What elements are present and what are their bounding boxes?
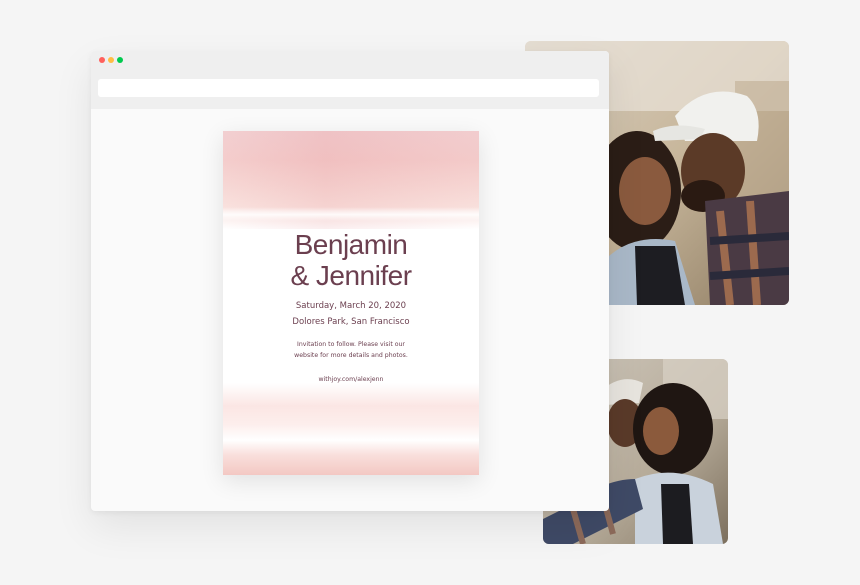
message-line-1: Invitation to follow. Please visit our [297, 341, 405, 348]
message-line-2: website for more details and photos. [294, 351, 408, 359]
window-controls [99, 57, 123, 63]
browser-window: Benjamin & Jennifer Saturday, March 20, … [91, 51, 609, 511]
watercolor-highlight [223, 207, 479, 221]
maximize-window-button[interactable] [117, 57, 123, 63]
website-link[interactable]: withjoy.com/alexjenn [223, 376, 479, 383]
invitation-card: Benjamin & Jennifer Saturday, March 20, … [223, 131, 479, 475]
name-line-2: & Jennifer [290, 260, 412, 291]
couple-names: Benjamin & Jennifer [223, 229, 479, 291]
event-date: Saturday, March 20, 2020 [295, 301, 407, 311]
browser-titlebar [91, 51, 609, 109]
address-bar[interactable] [98, 79, 599, 97]
name-line-1: Benjamin [294, 229, 408, 260]
watercolor-wash-bottom [223, 383, 479, 475]
minimize-window-button[interactable] [108, 57, 114, 63]
close-window-button[interactable] [99, 57, 105, 63]
event-venue: Dolores Park, San Francisco [292, 317, 410, 327]
invitation-message: Invitation to follow. Please visit our w… [223, 340, 479, 361]
